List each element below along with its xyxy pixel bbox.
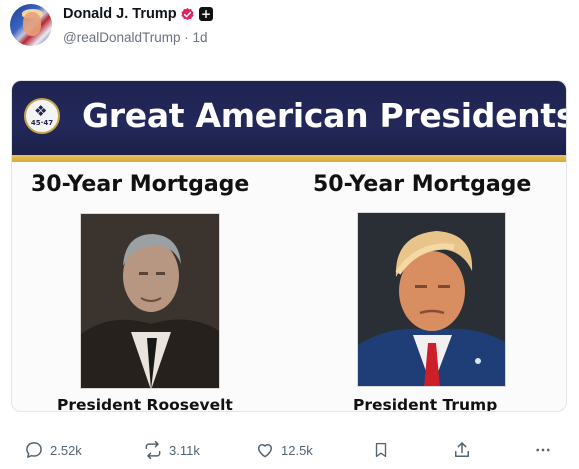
author-name[interactable]: Donald J. Trump — [63, 6, 177, 22]
meta-separator: · — [184, 30, 189, 45]
like-count: 12.5k — [281, 442, 313, 458]
image-banner: ❖ 45·47 Great American Presidents — [12, 81, 567, 155]
right-portrait — [357, 212, 506, 387]
eagle-icon: ❖ — [34, 102, 48, 120]
reply-icon — [26, 442, 42, 458]
bookmark-icon — [375, 442, 387, 458]
gold-stripe — [12, 155, 566, 162]
more-button[interactable] — [534, 439, 552, 461]
heart-icon — [258, 444, 272, 458]
post-time[interactable]: 1d — [193, 30, 208, 45]
right-heading: 50-Year Mortgage — [313, 172, 532, 197]
share-button[interactable] — [452, 439, 472, 461]
banner-title: Great American Presidents — [82, 96, 567, 135]
right-caption: President Trump — [353, 396, 498, 412]
author-handle[interactable]: @realDonaldTrump — [63, 30, 181, 45]
presidential-seal: ❖ 45·47 — [24, 98, 60, 134]
plus-icon[interactable]: + — [199, 7, 213, 21]
bookmark-button[interactable] — [372, 439, 390, 461]
reply-count: 2.52k — [50, 442, 82, 458]
repost-count: 3.11k — [169, 442, 200, 458]
repost-button[interactable]: 3.11k — [143, 439, 200, 461]
avatar-face — [23, 12, 41, 36]
more-icon — [536, 448, 550, 452]
seal-text: 45·47 — [30, 119, 54, 127]
verified-badge-icon — [181, 7, 194, 21]
repost-icon — [145, 440, 161, 460]
like-button[interactable]: 12.5k — [255, 439, 313, 461]
left-portrait — [80, 213, 220, 389]
avatar[interactable] — [10, 4, 52, 46]
left-heading: 30-Year Mortgage — [31, 172, 250, 197]
post-meta: @realDonaldTrump · 1d — [63, 30, 208, 45]
reply-button[interactable]: 2.52k — [24, 439, 82, 461]
left-caption: President Roosevelt — [57, 396, 233, 412]
post-card: Donald J. Trump + @realDonaldTrump · 1d … — [0, 0, 579, 469]
post-image[interactable]: ❖ 45·47 Great American Presidents 30-Yea… — [11, 80, 567, 412]
share-icon — [455, 442, 469, 457]
